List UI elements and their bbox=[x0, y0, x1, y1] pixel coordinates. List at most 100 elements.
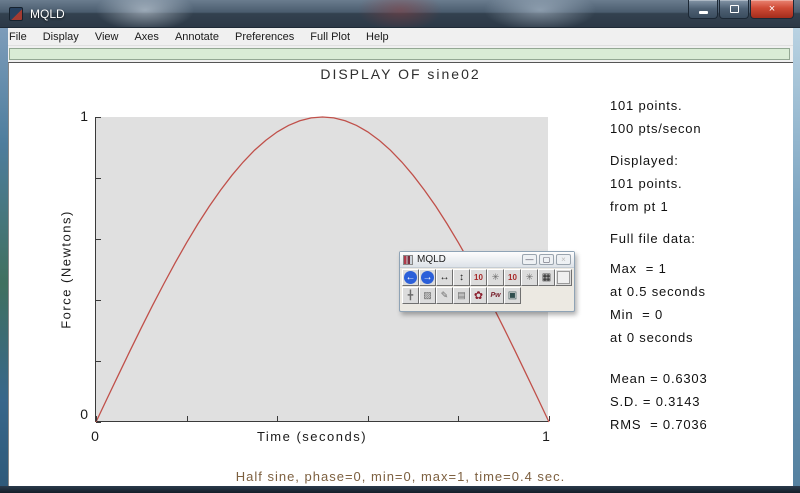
menu-bar: File Display View Axes Annotate Preferences Fu… bbox=[0, 28, 800, 46]
stat-line: Displayed: bbox=[610, 153, 679, 168]
y-axis-max-label: 1 bbox=[80, 108, 88, 124]
x-axis-tick bbox=[277, 416, 279, 421]
grid-button[interactable]: ▦ bbox=[538, 269, 555, 286]
y-axis-min-label: 0 bbox=[80, 406, 88, 422]
y-axis-tick bbox=[96, 117, 101, 118]
save-button[interactable]: ▣ bbox=[504, 287, 521, 304]
stat-group: Max = 1 at 0.5 seconds Min = 0 at 0 seconds bbox=[610, 257, 790, 349]
menu-item-annotate[interactable]: Annotate bbox=[167, 29, 227, 45]
minimize-button[interactable] bbox=[688, 0, 718, 19]
minimize-icon bbox=[698, 11, 708, 14]
forward-icon: → bbox=[421, 271, 434, 284]
toolbar-row bbox=[0, 46, 800, 62]
tool-row: ← → ↔ ↕ 10 ✳ 10 ✳ ▦ bbox=[402, 269, 572, 287]
tool-palette-titlebar[interactable]: MQLD — ▢ × bbox=[400, 252, 574, 268]
menu-item-display[interactable]: Display bbox=[35, 29, 87, 45]
pan-icon: ╋ bbox=[407, 290, 414, 300]
app-window: MQLD × File Display View Axes Annotate Prefer… bbox=[0, 0, 800, 493]
annotation-text: Half sine, phase=0, min=0, max=1, time=0… bbox=[235, 469, 566, 484]
save-icon: ▣ bbox=[507, 290, 518, 301]
x-axis-tick bbox=[549, 416, 550, 421]
formula-button[interactable]: Pw bbox=[487, 287, 504, 304]
compress-y-button[interactable]: ✳ bbox=[521, 269, 538, 286]
tool-palette-window[interactable]: MQLD — ▢ × ← → ↔ ↕ 10 ✳ 10 ✳ ▦ ╋ ▨ ✎ ▤ ✿ Pw ▣ bbox=[399, 251, 575, 312]
close-icon: × bbox=[768, 2, 776, 15]
compress-y-icon: ✳ bbox=[525, 272, 534, 282]
formula-icon: Pw bbox=[490, 292, 501, 299]
info-bar bbox=[9, 48, 790, 60]
log-y-button[interactable]: 10 bbox=[504, 269, 521, 286]
x-axis-tick bbox=[367, 416, 369, 421]
stat-line: Mean = 0.6303 bbox=[610, 371, 708, 386]
maximize-icon bbox=[729, 5, 739, 13]
y-axis-tick bbox=[96, 178, 101, 179]
select-region-button[interactable]: ▨ bbox=[419, 287, 436, 304]
stat-group: Displayed: 101 points. from pt 1 bbox=[610, 149, 790, 218]
window-titlebar[interactable]: MQLD × bbox=[0, 0, 800, 28]
marker-icon: ✿ bbox=[473, 290, 484, 302]
stat-line: S.D. = 0.3143 bbox=[610, 394, 701, 409]
print-icon: ▤ bbox=[457, 290, 466, 300]
menu-item-help[interactable]: Help bbox=[358, 29, 397, 45]
print-button[interactable]: ▤ bbox=[453, 287, 470, 304]
menu-item-preferences[interactable]: Preferences bbox=[227, 29, 302, 45]
expand-x-button[interactable]: ↔ bbox=[436, 269, 453, 286]
forward-button[interactable]: → bbox=[419, 269, 436, 286]
stats-panel: 101 points. 100 pts/secon Displayed: 101 po… bbox=[610, 94, 790, 436]
y-axis-title: Force (Newtons) bbox=[58, 210, 74, 329]
maximize-button[interactable] bbox=[719, 0, 749, 19]
menu-item-axes[interactable]: Axes bbox=[126, 29, 166, 45]
stat-group: Mean = 0.6303 S.D. = 0.3143 RMS = 0.7036 bbox=[610, 367, 790, 436]
blank-button[interactable] bbox=[555, 269, 572, 286]
log-x-button[interactable]: 10 bbox=[470, 269, 487, 286]
select-region-icon: ▨ bbox=[423, 290, 432, 300]
tool-palette-icon bbox=[403, 254, 413, 265]
x-axis-max-label: 1 bbox=[542, 428, 550, 444]
menu-item-full-plot[interactable]: Full Plot bbox=[302, 29, 358, 45]
window-frame-right bbox=[793, 28, 800, 493]
y-axis-tick bbox=[96, 422, 101, 423]
compress-x-icon: ✳ bbox=[491, 272, 500, 282]
menu-item-view[interactable]: View bbox=[87, 29, 127, 45]
blank-icon bbox=[557, 271, 570, 284]
annotate-tool-button[interactable]: ✎ bbox=[436, 287, 453, 304]
tool-palette-body: ← → ↔ ↕ 10 ✳ 10 ✳ ▦ ╋ ▨ ✎ ▤ ✿ Pw ▣ bbox=[400, 268, 574, 306]
log-x-icon: 10 bbox=[474, 273, 483, 282]
back-button[interactable]: ← bbox=[402, 269, 419, 286]
tool-row: ╋ ▨ ✎ ▤ ✿ Pw ▣ bbox=[402, 287, 572, 305]
pan-button[interactable]: ╋ bbox=[402, 287, 419, 304]
stat-line: RMS = 0.7036 bbox=[610, 417, 708, 432]
palette-maximize-button[interactable]: ▢ bbox=[539, 254, 554, 265]
expand-x-icon: ↔ bbox=[439, 272, 450, 283]
stat-group: Full file data: bbox=[610, 227, 790, 250]
marker-button[interactable]: ✿ bbox=[470, 287, 487, 304]
log-y-icon: 10 bbox=[508, 273, 517, 282]
expand-y-button[interactable]: ↕ bbox=[453, 269, 470, 286]
compress-x-button[interactable]: ✳ bbox=[487, 269, 504, 286]
stat-group: 101 points. 100 pts/secon bbox=[610, 94, 790, 140]
window-frame-bottom bbox=[0, 486, 800, 493]
stat-line: Min = 0 bbox=[610, 307, 664, 322]
tool-palette-title: MQLD bbox=[417, 254, 446, 265]
palette-minimize-button[interactable]: — bbox=[522, 254, 537, 265]
stat-line: at 0.5 seconds bbox=[610, 284, 706, 299]
expand-y-icon: ↕ bbox=[459, 272, 464, 283]
x-axis-tick bbox=[186, 416, 188, 421]
y-axis-tick bbox=[96, 239, 101, 240]
stat-line: 101 points. bbox=[610, 176, 683, 191]
stat-line: from pt 1 bbox=[610, 199, 669, 214]
y-axis-tick bbox=[96, 300, 101, 301]
grid-icon: ▦ bbox=[541, 272, 552, 283]
window-title: MQLD bbox=[30, 7, 65, 21]
stat-line: 101 points. bbox=[610, 98, 683, 113]
y-axis-tick bbox=[96, 361, 101, 362]
app-icon bbox=[9, 7, 23, 21]
window-frame-left bbox=[0, 28, 8, 493]
x-axis-tick bbox=[96, 416, 97, 421]
stat-line: Full file data: bbox=[610, 231, 696, 246]
x-axis-min-label: 0 bbox=[91, 428, 99, 444]
palette-close-button[interactable]: × bbox=[556, 254, 571, 265]
stat-line: 100 pts/secon bbox=[610, 121, 702, 136]
back-icon: ← bbox=[404, 271, 417, 284]
close-button[interactable]: × bbox=[750, 0, 794, 19]
